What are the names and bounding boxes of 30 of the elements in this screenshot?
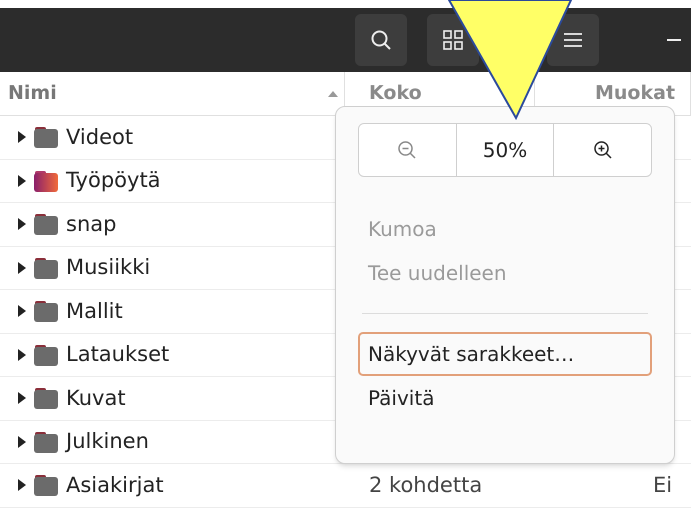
expander-icon[interactable] bbox=[18, 348, 26, 361]
grid-icon bbox=[443, 30, 463, 50]
column-header[interactable]: Nimi bbox=[8, 79, 57, 108]
expander-icon[interactable] bbox=[18, 174, 26, 187]
file-name[interactable]: Lataukset bbox=[66, 339, 170, 370]
file-name[interactable]: Työpöytä bbox=[66, 165, 161, 196]
zoom-in-icon bbox=[592, 140, 613, 160]
expander-icon[interactable] bbox=[18, 305, 26, 318]
file-name[interactable]: Videot bbox=[66, 122, 134, 153]
modified-cell-text: Ei bbox=[652, 472, 672, 498]
search-button[interactable] bbox=[355, 14, 407, 66]
expander-icon[interactable] bbox=[18, 479, 26, 492]
expander-icon[interactable] bbox=[18, 131, 26, 144]
menu-item[interactable]: Näkyvät sarakkeet… bbox=[358, 332, 652, 376]
expander-icon[interactable] bbox=[18, 218, 26, 230]
expander-icon[interactable] bbox=[18, 262, 26, 274]
menu-item[interactable]: Päivitä bbox=[358, 376, 652, 420]
zoom-out-icon bbox=[397, 140, 418, 160]
file-name[interactable]: Julkinen bbox=[66, 426, 149, 458]
file-name[interactable]: Asiakirjat bbox=[66, 470, 164, 501]
minimize-icon bbox=[667, 38, 681, 42]
file-name[interactable]: Musiikki bbox=[66, 252, 150, 284]
size-cell-text: 2 kohdetta bbox=[368, 472, 484, 498]
expander-icon[interactable] bbox=[18, 436, 26, 448]
menu-icon bbox=[563, 32, 583, 48]
file-name[interactable]: Mallit bbox=[66, 296, 123, 327]
expander-icon[interactable] bbox=[18, 392, 26, 404]
file-name[interactable]: snap bbox=[66, 208, 116, 240]
search-icon bbox=[370, 29, 392, 51]
file-name[interactable]: Kuvat bbox=[66, 382, 126, 414]
